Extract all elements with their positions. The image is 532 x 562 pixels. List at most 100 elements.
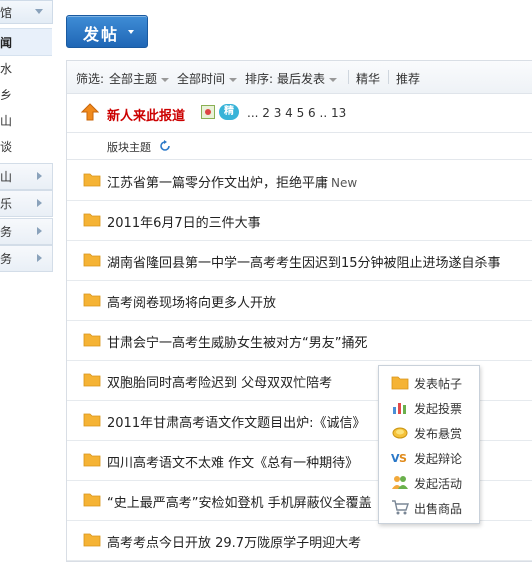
thread-title-text: 双胞胎同时高考险迟到 父母双双忙陪考: [107, 376, 333, 391]
sidebar-group-label: 乐: [0, 197, 13, 211]
thread-title[interactable]: 江苏省第一篇零分作文出炉，拒绝平庸 New: [107, 172, 357, 191]
sidebar-item-label: 水: [0, 62, 13, 76]
thread-title-text: 2011年6月7日的三件大事: [107, 216, 261, 231]
thread-row: 高考阅卷现场将向更多人开放: [67, 280, 532, 321]
column-header-label: 版块主题: [107, 141, 151, 154]
thread-title-text: 甘肃会宁一高考生威胁女生被对方“男友”捅死: [107, 336, 368, 351]
sidebar-header[interactable]: 馆: [0, 0, 53, 24]
thread-title-text: 江苏省第一篇零分作文出炉，拒绝平庸: [107, 176, 329, 191]
sidebar-group-2[interactable]: 乐: [0, 190, 53, 217]
refresh-icon[interactable]: [159, 140, 171, 152]
chevron-down-icon: [161, 77, 170, 82]
filter-all-time-label: 全部时间: [177, 72, 226, 86]
thread-title[interactable]: 2011年6月7日的三件大事: [107, 212, 261, 231]
shopping-cart-icon: [392, 500, 409, 515]
thread-row: 江苏省第一篇零分作文出炉，拒绝平庸 New: [67, 160, 532, 201]
sidebar-item-mountain[interactable]: 山: [0, 107, 52, 133]
thread-pagination[interactable]: ... 2 3 4 5 6 .. 13: [247, 106, 346, 120]
menu-item-label: 发起活动: [414, 477, 463, 491]
sort-last-post-label: 最后发表: [277, 72, 326, 86]
menu-item-new-thread[interactable]: 发表帖子: [379, 370, 479, 395]
sort-last-post[interactable]: 最后发表: [277, 70, 338, 87]
image-attachment-icon: [201, 105, 215, 119]
activity-people-icon: [392, 476, 408, 489]
folder-icon: [83, 373, 101, 387]
folder-icon: [83, 173, 101, 187]
divider: [388, 70, 389, 84]
sticky-thread-title[interactable]: 新人来此报道: [107, 105, 185, 124]
sidebar-item-label: 闻: [0, 36, 13, 50]
folder-icon: [83, 213, 101, 227]
digest-badge: 精: [219, 104, 239, 120]
folder-icon: [83, 293, 101, 307]
chevron-down-icon: [329, 77, 338, 82]
thread-title[interactable]: 2011年甘肃高考语文作文题目出炉:《诚信》: [107, 412, 365, 431]
filter-label: 筛选:: [76, 72, 105, 86]
thread-title-text: 湖南省隆回县第一中学一高考考生因迟到15分钟被阻止进场遂自杀事: [107, 256, 501, 271]
menu-item-label: 出售商品: [414, 502, 463, 516]
pinned-arrow-icon: [81, 103, 99, 121]
chevron-right-icon: [37, 199, 42, 207]
menu-item-label: 发布悬赏: [414, 427, 463, 441]
thread-title-text: 高考阅卷现场将向更多人开放: [107, 296, 277, 311]
menu-item-new-debate[interactable]: V S 发起辩论: [379, 445, 479, 470]
filter-recommend-link[interactable]: 推荐: [396, 70, 420, 87]
menu-item-label: 发起辩论: [414, 452, 463, 466]
vs-debate-icon: V S: [391, 452, 407, 465]
sidebar-item-label: 乡: [0, 88, 13, 102]
thread-title-text: 2011年甘肃高考语文作文题目出炉:《诚信》: [107, 416, 366, 431]
chevron-right-icon: [37, 227, 42, 235]
thread-row: 高考考点今日开放 29.7万陇原学子明迎大考: [67, 520, 532, 561]
column-header: 版块主题: [67, 133, 532, 160]
thread-title[interactable]: 甘肃会宁一高考生威胁女生被对方“男友”捅死: [107, 332, 367, 351]
filter-all-time[interactable]: 全部时间: [177, 70, 238, 87]
filter-all-topics-label: 全部主题: [109, 72, 158, 86]
sort-label: 排序:: [245, 72, 274, 86]
menu-item-new-poll[interactable]: 发起投票: [379, 395, 479, 420]
thread-title[interactable]: “史上最严高考”安检如登机 手机屏蔽仪全覆盖: [107, 492, 372, 511]
reward-coin-icon: [392, 427, 408, 439]
sidebar-group-label: 山: [0, 170, 13, 184]
thread-row: 湖南省隆回县第一中学一高考考生因迟到15分钟被阻止进场遂自杀事: [67, 240, 532, 281]
folder-icon: [83, 453, 101, 467]
folder-icon: [83, 333, 101, 347]
left-sidebar: 馆 闻 水 乡 山 谈 山 乐 务 务: [0, 0, 53, 553]
chevron-right-icon: [37, 254, 42, 262]
sidebar-group-3[interactable]: 务: [0, 218, 53, 245]
sidebar-item-water[interactable]: 水: [0, 55, 52, 81]
sidebar-group-1[interactable]: 山: [0, 163, 53, 190]
thread-title[interactable]: 湖南省隆回县第一中学一高考考生因迟到15分钟被阻止进场遂自杀事: [107, 252, 501, 271]
filter-all-topics[interactable]: 全部主题: [109, 70, 170, 87]
sidebar-group-label: 务: [0, 252, 13, 266]
caret-down-icon: [128, 30, 134, 34]
thread-title[interactable]: 双胞胎同时高考险迟到 父母双双忙陪考: [107, 372, 332, 391]
folder-icon: [83, 533, 101, 547]
folder-icon: [391, 376, 409, 390]
chevron-right-icon: [37, 172, 42, 180]
sidebar-item-news[interactable]: 闻: [0, 28, 52, 56]
menu-item-new-reward[interactable]: 发布悬赏: [379, 420, 479, 445]
chevron-down-icon: [229, 77, 238, 82]
thread-title[interactable]: 高考考点今日开放 29.7万陇原学子明迎大考: [107, 532, 361, 551]
filter-digest-link[interactable]: 精华: [356, 70, 380, 87]
sidebar-group-label: 务: [0, 225, 13, 239]
thread-row: 甘肃会宁一高考生威胁女生被对方“男友”捅死: [67, 320, 532, 361]
svg-text:S: S: [399, 452, 407, 465]
filter-bar: 筛选: 全部主题 全部时间 排序: 最后发表 精华 推荐: [67, 61, 532, 94]
sidebar-group-4[interactable]: 务: [0, 245, 53, 272]
sidebar-header-label: 馆: [0, 6, 13, 20]
sidebar-item-talk[interactable]: 谈: [0, 133, 52, 159]
thread-row: 2011年6月7日的三件大事: [67, 200, 532, 241]
new-badge: New: [331, 176, 358, 190]
chevron-down-icon[interactable]: [35, 9, 43, 14]
sidebar-item-label: 山: [0, 114, 13, 128]
thread-title[interactable]: 四川高考语文不太难 作文《总有一种期待》: [107, 452, 358, 471]
folder-icon: [83, 253, 101, 267]
sidebar-item-village[interactable]: 乡: [0, 81, 52, 107]
folder-icon: [83, 493, 101, 507]
menu-item-sell-goods[interactable]: 出售商品: [379, 495, 479, 520]
divider: [348, 70, 349, 84]
menu-item-new-activity[interactable]: 发起活动: [379, 470, 479, 495]
thread-title[interactable]: 高考阅卷现场将向更多人开放: [107, 292, 276, 311]
new-post-button[interactable]: 发帖: [66, 15, 148, 48]
